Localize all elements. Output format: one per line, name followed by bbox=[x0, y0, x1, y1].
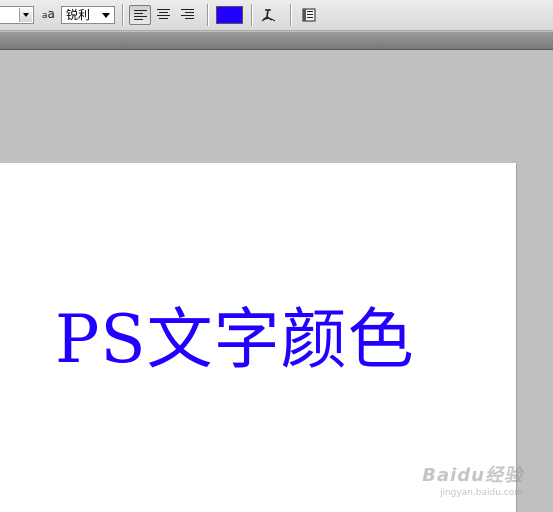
antialias-select[interactable]: 锐利 bbox=[61, 6, 115, 24]
separator bbox=[207, 4, 208, 26]
align-left-icon bbox=[134, 10, 147, 20]
separator bbox=[290, 4, 291, 26]
watermark-sub: jingyan.baidu.com bbox=[439, 488, 523, 498]
warp-text-icon bbox=[261, 9, 276, 22]
antialias-icon: aa bbox=[42, 7, 55, 21]
watermark: Baidu经验 jingyan.baidu.com bbox=[422, 461, 523, 498]
text-color-swatch[interactable] bbox=[216, 6, 243, 24]
document-tab-bar bbox=[0, 32, 553, 50]
text-options-bar: aa 锐利 bbox=[0, 0, 553, 31]
align-center-icon bbox=[157, 9, 170, 19]
separator bbox=[251, 4, 252, 26]
separator bbox=[122, 4, 123, 26]
character-panel-icon bbox=[302, 8, 316, 22]
antialias-value: 锐利 bbox=[66, 8, 91, 22]
canvas-text-layer[interactable]: PS文字颜色 bbox=[55, 300, 415, 380]
align-center-button[interactable] bbox=[153, 5, 175, 25]
align-left-button[interactable] bbox=[129, 5, 151, 25]
align-right-icon bbox=[181, 9, 194, 19]
chevron-down-icon[interactable] bbox=[19, 8, 32, 22]
align-right-button[interactable] bbox=[177, 5, 199, 25]
font-size-select[interactable] bbox=[0, 6, 34, 24]
watermark-main: Baidu经验 bbox=[422, 465, 523, 486]
character-panel-button[interactable] bbox=[299, 5, 319, 25]
chevron-down-icon[interactable] bbox=[102, 13, 110, 18]
warp-text-button[interactable] bbox=[259, 5, 279, 25]
